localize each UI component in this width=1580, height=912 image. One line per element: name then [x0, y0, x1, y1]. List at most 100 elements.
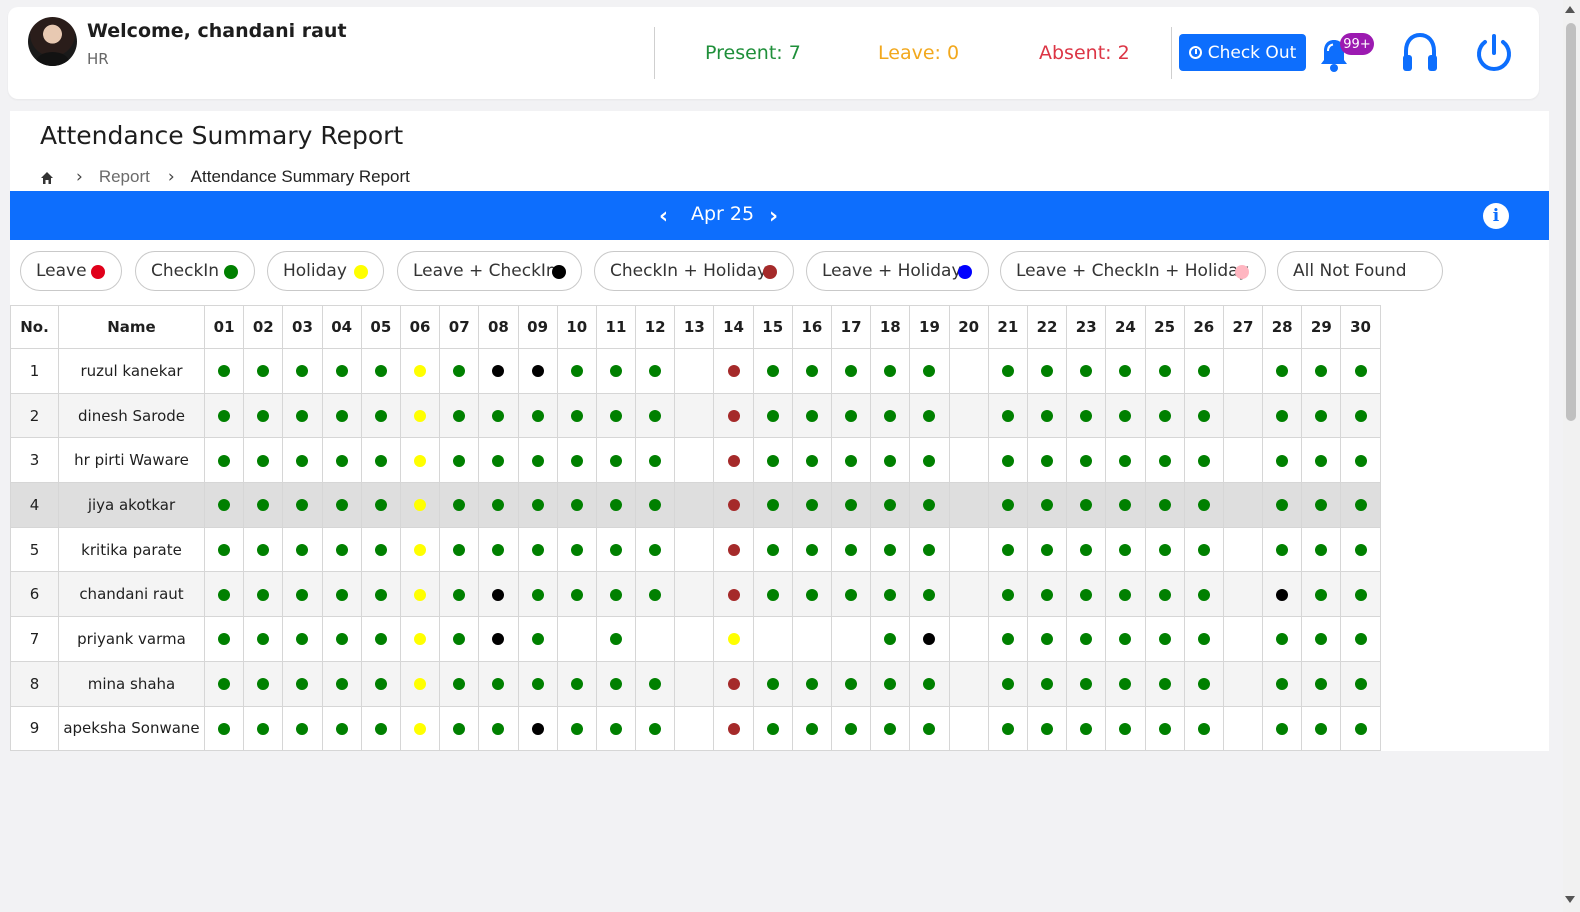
status-dot[interactable]	[727, 588, 740, 601]
status-dot[interactable]	[727, 410, 740, 423]
status-dot[interactable]	[218, 722, 231, 735]
legend-leave-holiday[interactable]: Leave + Holiday	[806, 251, 989, 291]
status-dot[interactable]	[1001, 410, 1014, 423]
status-dot[interactable]	[335, 365, 348, 378]
status-dot[interactable]	[257, 410, 270, 423]
status-dot[interactable]	[1276, 410, 1289, 423]
status-dot[interactable]	[923, 633, 936, 646]
headset-icon[interactable]	[1401, 31, 1439, 75]
status-dot[interactable]	[727, 544, 740, 557]
status-dot[interactable]	[570, 454, 583, 467]
status-dot[interactable]	[374, 544, 387, 557]
status-dot[interactable]	[1080, 544, 1093, 557]
status-dot[interactable]	[845, 722, 858, 735]
status-dot[interactable]	[1315, 678, 1328, 691]
status-dot[interactable]	[923, 499, 936, 512]
status-dot[interactable]	[1001, 678, 1014, 691]
status-dot[interactable]	[257, 678, 270, 691]
status-dot[interactable]	[1001, 722, 1014, 735]
status-dot[interactable]	[570, 722, 583, 735]
status-dot[interactable]	[218, 499, 231, 512]
legend-leave[interactable]: Leave	[20, 251, 122, 291]
status-dot[interactable]	[1354, 499, 1367, 512]
status-dot[interactable]	[374, 365, 387, 378]
status-dot[interactable]	[492, 410, 505, 423]
status-dot[interactable]	[1041, 722, 1054, 735]
avatar[interactable]	[28, 17, 77, 66]
status-dot[interactable]	[884, 410, 897, 423]
status-dot[interactable]	[531, 365, 544, 378]
status-dot[interactable]	[374, 678, 387, 691]
status-dot[interactable]	[1315, 633, 1328, 646]
scrollbar-thumb[interactable]	[1566, 23, 1576, 421]
scrollbar[interactable]	[1563, 0, 1580, 912]
status-dot[interactable]	[1276, 633, 1289, 646]
status-dot[interactable]	[1197, 410, 1210, 423]
status-dot[interactable]	[1001, 454, 1014, 467]
status-dot[interactable]	[335, 544, 348, 557]
status-dot[interactable]	[531, 633, 544, 646]
status-dot[interactable]	[296, 410, 309, 423]
scroll-up-arrow[interactable]	[1565, 6, 1575, 13]
status-dot[interactable]	[727, 454, 740, 467]
status-dot[interactable]	[531, 544, 544, 557]
status-dot[interactable]	[884, 454, 897, 467]
status-dot[interactable]	[531, 454, 544, 467]
status-dot[interactable]	[1119, 633, 1132, 646]
status-dot[interactable]	[1080, 588, 1093, 601]
status-dot[interactable]	[374, 588, 387, 601]
info-icon[interactable]: i	[1483, 203, 1509, 229]
status-dot[interactable]	[1276, 499, 1289, 512]
status-dot[interactable]	[609, 454, 622, 467]
status-dot[interactable]	[335, 499, 348, 512]
status-dot[interactable]	[492, 722, 505, 735]
status-dot[interactable]	[923, 544, 936, 557]
status-dot[interactable]	[1158, 722, 1171, 735]
status-dot[interactable]	[609, 499, 622, 512]
status-dot[interactable]	[923, 410, 936, 423]
status-dot[interactable]	[727, 365, 740, 378]
status-dot[interactable]	[805, 365, 818, 378]
status-dot[interactable]	[1080, 365, 1093, 378]
status-dot[interactable]	[1197, 544, 1210, 557]
status-dot[interactable]	[1158, 633, 1171, 646]
status-dot[interactable]	[1197, 633, 1210, 646]
status-dot[interactable]	[570, 544, 583, 557]
status-dot[interactable]	[649, 544, 662, 557]
status-dot[interactable]	[335, 722, 348, 735]
status-dot[interactable]	[1315, 544, 1328, 557]
status-dot[interactable]	[845, 365, 858, 378]
status-dot[interactable]	[414, 499, 427, 512]
status-dot[interactable]	[570, 588, 583, 601]
status-dot[interactable]	[453, 544, 466, 557]
status-dot[interactable]	[1001, 499, 1014, 512]
status-dot[interactable]	[1276, 365, 1289, 378]
status-dot[interactable]	[1119, 544, 1132, 557]
status-dot[interactable]	[609, 633, 622, 646]
status-dot[interactable]	[1119, 499, 1132, 512]
status-dot[interactable]	[453, 722, 466, 735]
status-dot[interactable]	[453, 410, 466, 423]
status-dot[interactable]	[845, 454, 858, 467]
status-dot[interactable]	[492, 588, 505, 601]
status-dot[interactable]	[1001, 544, 1014, 557]
status-dot[interactable]	[609, 365, 622, 378]
status-dot[interactable]	[1197, 454, 1210, 467]
status-dot[interactable]	[1158, 454, 1171, 467]
status-dot[interactable]	[805, 722, 818, 735]
status-dot[interactable]	[296, 633, 309, 646]
status-dot[interactable]	[218, 454, 231, 467]
status-dot[interactable]	[1119, 365, 1132, 378]
status-dot[interactable]	[414, 633, 427, 646]
status-dot[interactable]	[374, 633, 387, 646]
status-dot[interactable]	[218, 365, 231, 378]
legend-leave-checkin-holiday[interactable]: Leave + CheckIn + Holiday	[1000, 251, 1266, 291]
status-dot[interactable]	[414, 365, 427, 378]
status-dot[interactable]	[257, 499, 270, 512]
status-dot[interactable]	[296, 365, 309, 378]
status-dot[interactable]	[257, 633, 270, 646]
status-dot[interactable]	[609, 722, 622, 735]
status-dot[interactable]	[884, 544, 897, 557]
status-dot[interactable]	[766, 678, 779, 691]
status-dot[interactable]	[649, 365, 662, 378]
